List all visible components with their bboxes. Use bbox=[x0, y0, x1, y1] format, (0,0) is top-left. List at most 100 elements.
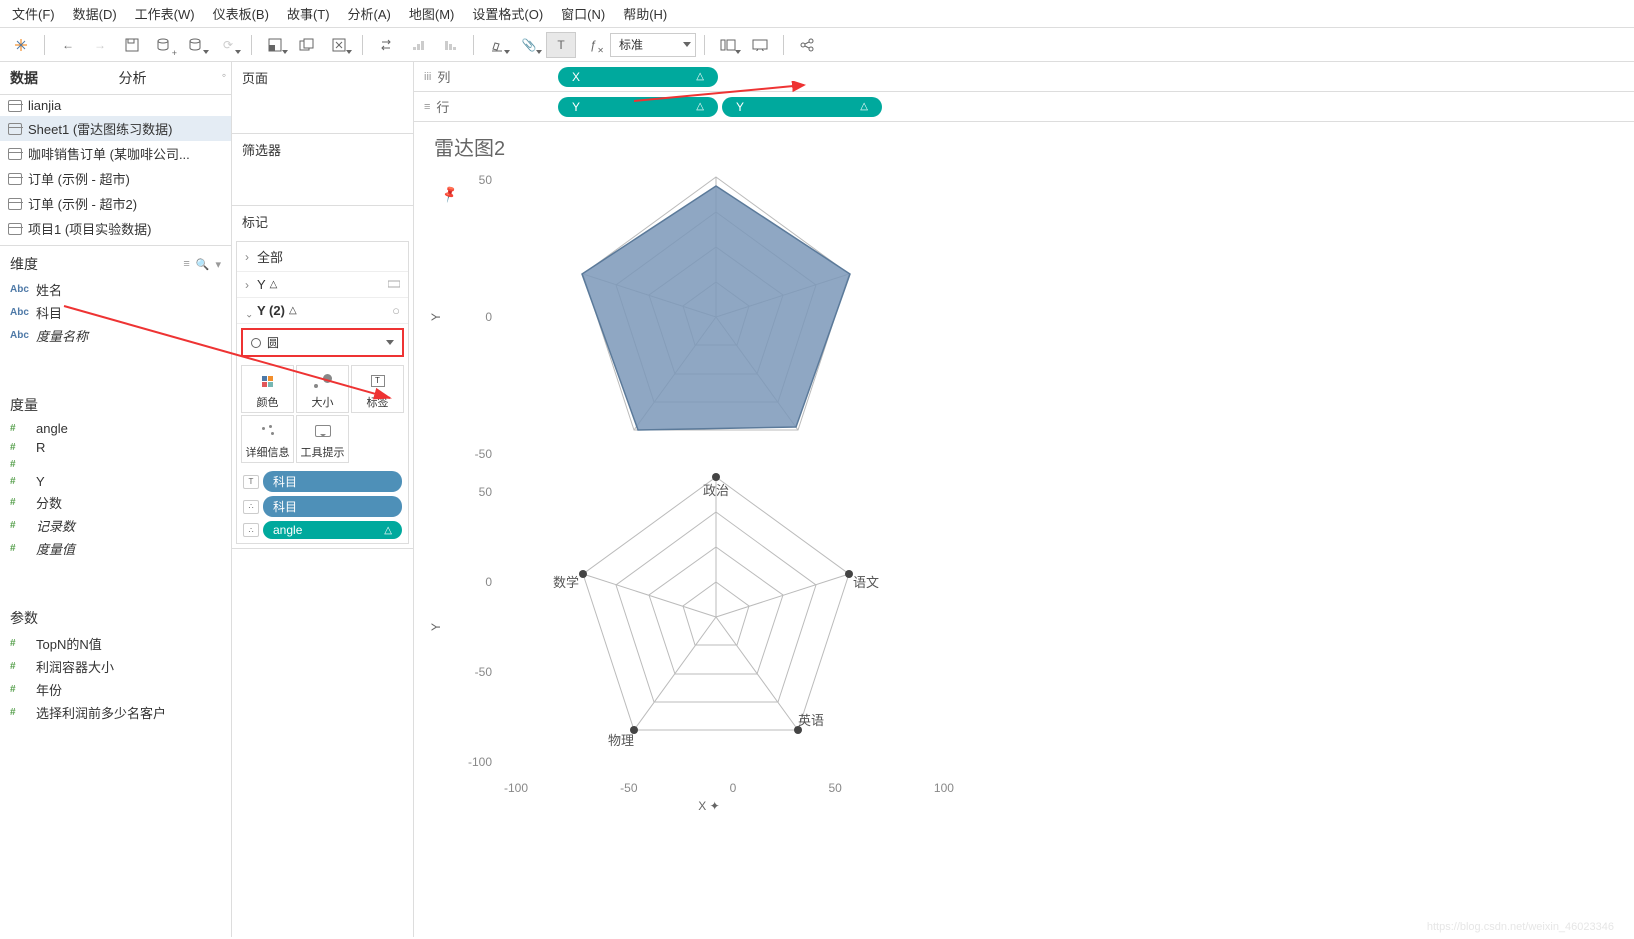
svg-text:语文: 语文 bbox=[853, 575, 879, 590]
sort-desc-icon[interactable] bbox=[435, 32, 465, 58]
refresh-icon[interactable]: ⟳ bbox=[213, 32, 243, 58]
num-icon bbox=[10, 684, 30, 695]
tab-data[interactable]: 数据 bbox=[0, 62, 109, 94]
datasource-list: lianjia Sheet1 (雷达图练习数据) 咖啡销售订单 (某咖啡公司..… bbox=[0, 95, 231, 246]
radar-svg bbox=[496, 167, 936, 467]
swap-icon[interactable] bbox=[371, 32, 401, 58]
viz-title[interactable]: 雷达图2 bbox=[434, 132, 1614, 161]
svg-text:英语: 英语 bbox=[798, 713, 824, 728]
radar-chart-bottom[interactable]: Y 500-50-100 bbox=[434, 467, 954, 787]
datasource-icon bbox=[8, 100, 22, 112]
measure-field[interactable]: 度量值 bbox=[0, 537, 231, 560]
measure-field[interactable]: R bbox=[0, 438, 231, 457]
menu-analysis[interactable]: 分析(A) bbox=[348, 4, 391, 23]
highlight-icon[interactable] bbox=[482, 32, 512, 58]
menu-window[interactable]: 窗口(N) bbox=[561, 4, 605, 23]
parameters-header: 参数 bbox=[0, 600, 231, 632]
datasource-item[interactable]: 订单 (示例 - 超市2) bbox=[0, 191, 231, 216]
new-worksheet-icon[interactable] bbox=[260, 32, 290, 58]
forward-icon[interactable]: → bbox=[85, 32, 115, 58]
abc-icon: Abc bbox=[10, 307, 30, 318]
num-icon bbox=[10, 661, 30, 672]
label-icon: T bbox=[243, 475, 259, 489]
y-ticks: 500-50 bbox=[458, 167, 492, 467]
measure-field[interactable]: 记录数 bbox=[0, 514, 231, 537]
num-icon bbox=[10, 497, 30, 508]
data-pane: 数据 分析 ◦ lianjia Sheet1 (雷达图练习数据) 咖啡销售订单 … bbox=[0, 62, 232, 937]
svg-text:物理: 物理 bbox=[608, 733, 634, 748]
num-icon bbox=[10, 442, 30, 453]
menu-data[interactable]: 数据(D) bbox=[73, 4, 117, 23]
pin-icon: 📌 bbox=[440, 184, 460, 204]
mark-pill[interactable]: ∴angle△ bbox=[243, 521, 402, 539]
y-axis-label: Y bbox=[429, 313, 443, 321]
share-icon[interactable] bbox=[792, 32, 822, 58]
menu-map[interactable]: 地图(M) bbox=[409, 4, 455, 23]
tab-analysis[interactable]: 分析 bbox=[109, 62, 218, 94]
svg-text:政治: 政治 bbox=[703, 483, 729, 498]
presentation-icon[interactable] bbox=[745, 32, 775, 58]
menu-icon[interactable]: ▾ bbox=[215, 258, 221, 271]
text-label-icon[interactable]: T bbox=[546, 32, 576, 58]
duplicate-icon[interactable] bbox=[292, 32, 322, 58]
radar-svg: 政治 语文 英语 物理 数学 bbox=[496, 467, 936, 787]
view-toggle-icon[interactable]: ≡ bbox=[183, 258, 189, 271]
rows-shelf[interactable]: ≡行 Y△ Y△ bbox=[414, 92, 1634, 122]
marks-y1[interactable]: Y△ bbox=[237, 272, 408, 298]
menu-file[interactable]: 文件(F) bbox=[12, 4, 55, 23]
menu-help[interactable]: 帮助(H) bbox=[623, 4, 667, 23]
datasource-item[interactable]: Sheet1 (雷达图练习数据) bbox=[0, 116, 231, 141]
parameter-field[interactable]: 利润容器大小 bbox=[0, 655, 231, 678]
menu-dashboard[interactable]: 仪表板(B) bbox=[213, 4, 269, 23]
menu-story[interactable]: 故事(T) bbox=[287, 4, 330, 23]
sort-asc-icon[interactable] bbox=[403, 32, 433, 58]
num-icon bbox=[10, 543, 30, 554]
attach-icon[interactable]: 📎 bbox=[514, 32, 544, 58]
save-icon[interactable] bbox=[117, 32, 147, 58]
datasource-icon bbox=[8, 198, 22, 210]
pause-refresh-icon[interactable] bbox=[181, 32, 211, 58]
datasource-icon bbox=[8, 173, 22, 185]
menu-worksheet[interactable]: 工作表(W) bbox=[135, 4, 195, 23]
menu-bar: 文件(F) 数据(D) 工作表(W) 仪表板(B) 故事(T) 分析(A) 地图… bbox=[0, 0, 1634, 28]
detail-icon: ∴ bbox=[243, 500, 259, 514]
parameter-field[interactable]: TopN的N值 bbox=[0, 632, 231, 655]
tab-config-icon[interactable]: ◦ bbox=[217, 62, 231, 94]
clear-icon[interactable] bbox=[324, 32, 354, 58]
datasource-icon bbox=[8, 148, 22, 160]
viz-canvas[interactable]: 雷达图2 📌 Y 500-50 bbox=[414, 122, 1634, 937]
pages-shelf[interactable]: 页面 bbox=[232, 62, 413, 134]
fit-dropdown[interactable]: 标准 bbox=[610, 33, 696, 57]
columns-shelf[interactable]: iii列 X△ bbox=[414, 62, 1634, 92]
tableau-logo-icon[interactable] bbox=[6, 32, 36, 58]
new-datasource-icon[interactable]: + bbox=[149, 32, 179, 58]
datasource-item[interactable]: 咖啡销售订单 (某咖啡公司... bbox=[0, 141, 231, 166]
filters-shelf[interactable]: 筛选器 bbox=[232, 134, 413, 206]
dimension-field[interactable]: Abc姓名 bbox=[0, 278, 231, 301]
watermark: https://blog.csdn.net/weixin_46023346 bbox=[1427, 921, 1614, 933]
marks-all[interactable]: 全部 bbox=[237, 242, 408, 272]
show-cards-icon[interactable] bbox=[713, 32, 743, 58]
datasource-icon bbox=[8, 223, 22, 235]
search-icon[interactable]: 🔍 bbox=[196, 258, 210, 271]
measure-field[interactable]: 分数 bbox=[0, 491, 231, 514]
dimensions-header: 维度 ≡🔍▾ bbox=[0, 246, 231, 278]
back-icon[interactable]: ← bbox=[53, 32, 83, 58]
parameter-field[interactable]: 选择利润前多少名客户 bbox=[0, 701, 231, 724]
parameter-field[interactable]: 年份 bbox=[0, 678, 231, 701]
measure-field[interactable]: Y bbox=[0, 472, 231, 491]
radar-chart-top[interactable]: 📌 Y 500-50 bbox=[434, 167, 954, 467]
datasource-item[interactable]: 项目1 (项目实验数据) bbox=[0, 216, 231, 241]
datasource-item[interactable]: 订单 (示例 - 超市) bbox=[0, 166, 231, 191]
annotation-arrow-icon bbox=[634, 81, 814, 105]
measure-field[interactable] bbox=[0, 457, 231, 472]
mark-pill[interactable]: ∴科目 bbox=[243, 496, 402, 517]
datasource-icon bbox=[8, 123, 22, 135]
num-icon bbox=[10, 423, 30, 434]
datasource-item[interactable]: lianjia bbox=[0, 95, 231, 116]
menu-format[interactable]: 设置格式(O) bbox=[472, 4, 543, 23]
num-icon bbox=[10, 707, 30, 718]
format-icon[interactable]: ƒ✕ bbox=[578, 32, 608, 58]
y-ticks: 500-50-100 bbox=[458, 467, 492, 787]
mark-pill[interactable]: T科目 bbox=[243, 471, 402, 492]
